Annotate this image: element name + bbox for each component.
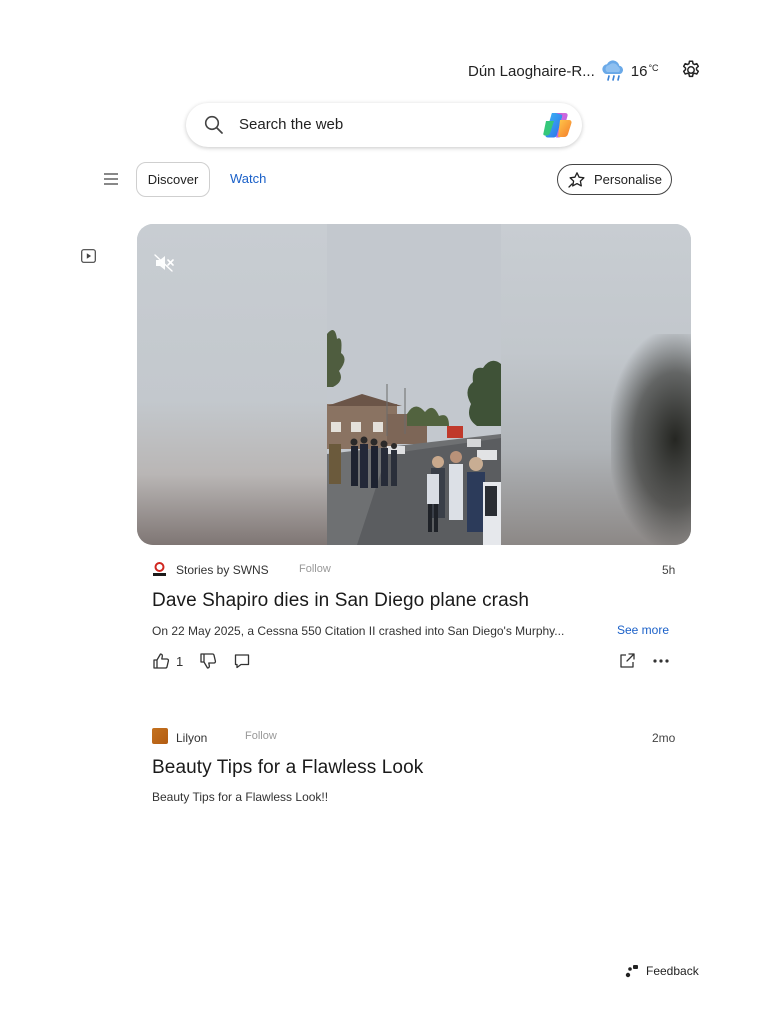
article-title[interactable]: Beauty Tips for a Flawless Look — [152, 757, 423, 779]
like-count: 1 — [176, 653, 184, 669]
video-frame — [327, 224, 501, 545]
temperature-unit: °C — [648, 62, 659, 73]
thumbs-up-icon[interactable] — [152, 652, 170, 670]
location-label: Dún Laoghaire-R... — [468, 62, 595, 80]
hamburger-icon[interactable] — [103, 172, 119, 186]
tab-discover[interactable]: Discover — [136, 162, 210, 197]
tab-watch[interactable]: Watch — [230, 171, 266, 186]
search-icon — [204, 115, 223, 134]
mute-icon[interactable] — [153, 253, 175, 273]
video-scene-image — [327, 224, 501, 545]
reaction-bar: 1 — [152, 652, 251, 670]
personalise-label: Personalise — [594, 172, 662, 187]
video-play-icon[interactable] — [81, 249, 96, 263]
feedback-label: Feedback — [646, 964, 699, 978]
lilyon-logo — [152, 728, 168, 744]
search-bar[interactable]: Search the web — [186, 103, 582, 147]
gear-icon[interactable] — [680, 59, 702, 81]
share-more-bar — [618, 652, 670, 670]
article-description: Beauty Tips for a Flawless Look!! — [152, 790, 329, 804]
source-name[interactable]: Lilyon — [176, 731, 207, 745]
rain-cloud-icon — [602, 60, 623, 81]
source-name[interactable]: Stories by SWNS — [176, 563, 269, 577]
follow-button[interactable]: Follow — [299, 563, 331, 575]
comment-icon[interactable] — [233, 652, 251, 670]
copilot-icon[interactable] — [543, 111, 573, 139]
video-blur-right — [501, 224, 691, 545]
temperature-value: 16°C — [630, 62, 659, 80]
swns-logo — [153, 562, 166, 576]
follow-button[interactable]: Follow — [245, 730, 277, 742]
feedback-button[interactable]: Feedback — [625, 964, 699, 978]
video-player[interactable] — [137, 224, 691, 545]
star-sparkle-icon — [568, 171, 585, 188]
article-description: On 22 May 2025, a Cessna 550 Citation II… — [152, 624, 565, 638]
feedback-icon — [625, 965, 638, 978]
personalise-button[interactable]: Personalise — [557, 164, 672, 195]
share-icon[interactable] — [618, 652, 636, 670]
more-options-icon[interactable] — [652, 652, 670, 670]
weather-widget[interactable]: Dún Laoghaire-R... 16°C — [468, 60, 659, 82]
article-title[interactable]: Dave Shapiro dies in San Diego plane cra… — [152, 590, 529, 612]
post-time: 2mo — [652, 731, 676, 745]
search-input[interactable]: Search the web — [239, 116, 343, 133]
thumbs-down-icon[interactable] — [199, 652, 217, 670]
post-time: 5h — [662, 563, 676, 577]
see-more-link[interactable]: See more — [617, 623, 669, 637]
